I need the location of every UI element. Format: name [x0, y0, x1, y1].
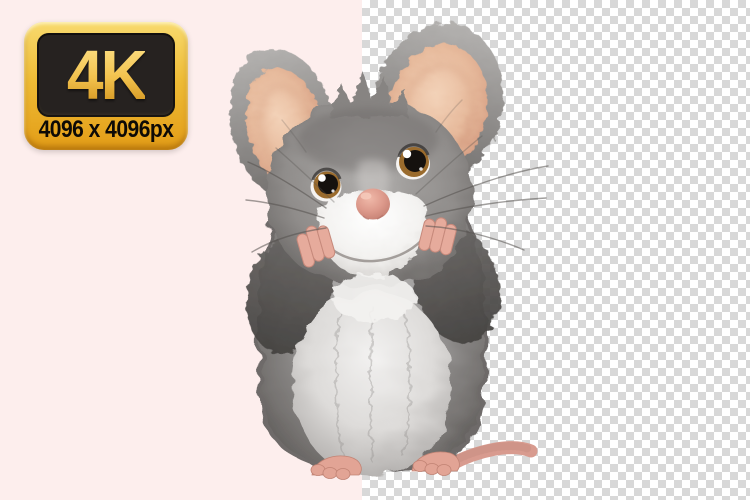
mouse-right-eye [396, 145, 430, 180]
mouse-tail [450, 446, 531, 465]
mouse-left-eye [311, 169, 342, 201]
resolution-label: 4K [67, 40, 145, 109]
resolution-badge: 4K 4096 x 4096px [24, 22, 188, 150]
dimensions-label: 4096 x 4096px [24, 116, 188, 144]
mouse-figure [214, 10, 548, 480]
resolution-badge-panel: 4K [37, 33, 175, 117]
stock-image-preview: 4K 4096 x 4096px [0, 0, 750, 500]
mouse-nose [356, 160, 390, 220]
